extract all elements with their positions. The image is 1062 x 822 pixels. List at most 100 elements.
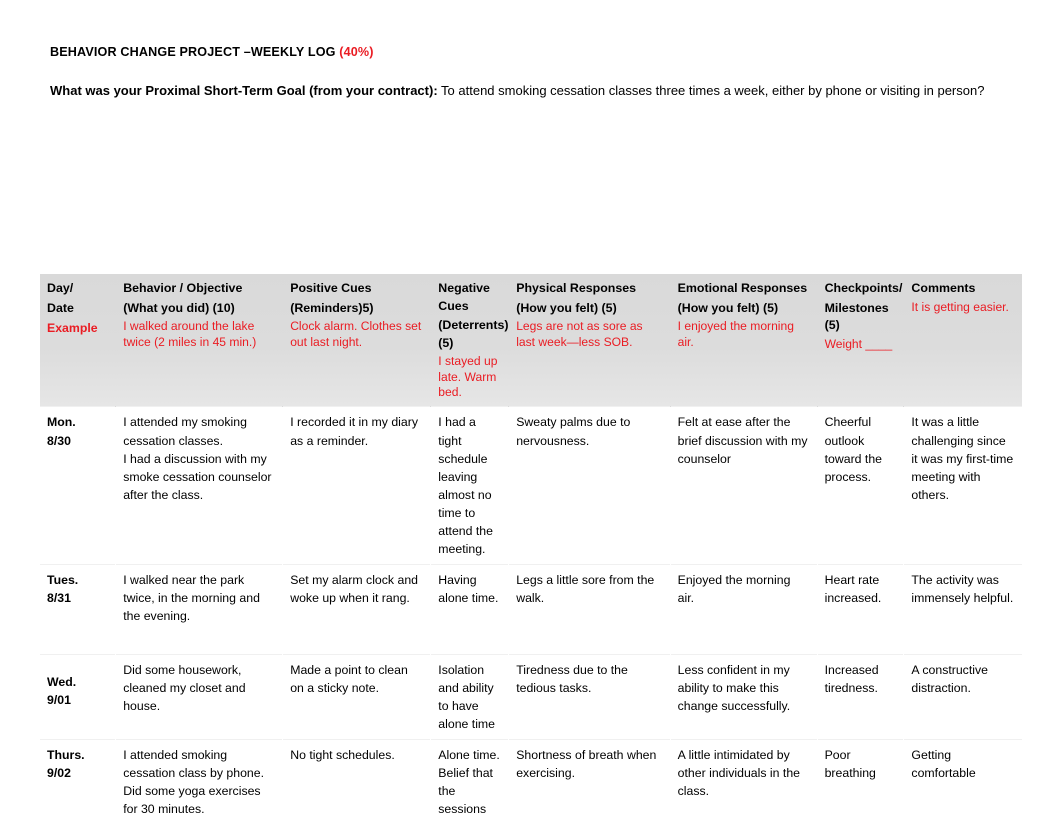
cell-text: Poor breathing (824, 748, 876, 781)
cell-text: Set my alarm clock and woke up when it r… (290, 572, 418, 606)
cell-text: I attended my smoking cessation classes. (123, 415, 247, 448)
column-header-day-line2: Date (47, 300, 74, 315)
cell-text: No tight schedules. (290, 748, 395, 763)
example-positive: Clock alarm. Clothes set out last night. (290, 319, 422, 349)
column-header-emotional-line2: (How you felt) (5) (677, 300, 779, 315)
cell-text: Heart rate increased. (824, 572, 882, 606)
cell-negative-cues: Alone time. Belief that the sessions are… (430, 739, 509, 822)
cell-text: Felt at ease after the brief discussion … (677, 415, 808, 466)
table-row: Thurs. 9/02 I attended smoking cessation… (40, 739, 1022, 822)
cell-behavior: I attended my smoking cessation classes.… (115, 406, 283, 565)
table-row: Tues. 8/31 I walked near the park twice,… (40, 563, 1022, 655)
column-header-emotional-responses: Emotional Responses (How you felt) (5) I… (670, 274, 818, 407)
table-row: Wed. 9/01 Did some housework, cleaned my… (40, 653, 1022, 740)
cell-checkpoints: Heart rate increased. (817, 563, 904, 655)
example-physical: Legs are not as sore as last week—less S… (516, 319, 643, 349)
cell-text: Isolation and ability to have alone time (438, 662, 496, 732)
cell-text: I had a tight schedule leaving almost no… (438, 415, 493, 556)
column-header-positive-cues: Positive Cues (Reminders)5) Clock alarm.… (282, 274, 431, 407)
cell-negative-cues: I had a tight schedule leaving almost no… (430, 406, 509, 565)
cell-text: Enjoyed the morning air. (677, 572, 791, 606)
cell-text: I attended smoking cessation class by ph… (123, 748, 265, 781)
example-emotional: I enjoyed the morning air. (677, 319, 794, 349)
table-row: Mon. 8/30 I attended my smoking cessatio… (40, 406, 1022, 565)
column-header-behavior-line2: (What you did) (10) (123, 300, 235, 315)
cell-physical-responses: Sweaty palms due to nervousness. (508, 406, 671, 565)
column-header-positive-line1: Positive Cues (290, 281, 372, 295)
weekly-log-table: Day/ Date Example Behavior / Objective (… (40, 274, 1022, 822)
cell-text: Getting comfortable (911, 748, 976, 781)
column-header-positive-line2: (Reminders)5) (290, 300, 374, 315)
column-header-physical-line2: (How you felt) (5) (516, 300, 617, 315)
cell-behavior: I attended smoking cessation class by ph… (115, 739, 283, 822)
cell-positive-cues: I recorded it in my diary as a reminder. (282, 406, 431, 565)
cell-text: Having alone time. (438, 572, 499, 606)
cell-text: The activity was immensely helpful. (911, 572, 1014, 606)
day-name: Wed. (47, 674, 77, 689)
column-header-behavior-line1: Behavior / Objective (123, 281, 243, 295)
column-header-comments-line1: Comments (911, 281, 976, 295)
cell-checkpoints: Poor breathing (817, 739, 904, 822)
cell-text: I walked near the park twice, in the mor… (123, 572, 260, 624)
row-day-wednesday: Wed. 9/01 (40, 653, 116, 740)
document-page: BEHAVIOR CHANGE PROJECT –WEEKLY LOG (40%… (0, 0, 1062, 822)
cell-positive-cues: No tight schedules. (282, 739, 431, 822)
cell-text: Shortness of breath when exercising. (516, 748, 657, 781)
column-header-checkpoints-line1: Checkpoints/ (824, 281, 903, 295)
cell-behavior: Did some housework, cleaned my closet an… (115, 653, 283, 740)
day-date: 8/31 (47, 591, 71, 606)
column-header-physical-line1: Physical Responses (516, 281, 637, 295)
cell-text: Alone time. (438, 748, 500, 763)
cell-checkpoints: Increased tiredness. (817, 653, 904, 740)
cell-text: Did some yoga exercises for 30 minutes. (123, 784, 261, 817)
cell-text: Tiredness due to the tedious tasks. (516, 662, 628, 696)
day-date: 9/02 (47, 766, 71, 781)
cell-emotional-responses: A little intimidated by other individual… (670, 739, 818, 822)
cell-comments: A constructive distraction. (903, 653, 1022, 740)
cell-text: Cheerful outlook toward the process. (824, 415, 883, 484)
cell-comments: It was a little challenging since it was… (903, 406, 1022, 565)
cell-emotional-responses: Felt at ease after the brief discussion … (670, 406, 818, 565)
cell-text: Sweaty palms due to nervousness. (516, 415, 631, 448)
row-day-tuesday: Tues. 8/31 (40, 563, 116, 655)
cell-physical-responses: Shortness of breath when exercising. (508, 739, 671, 822)
column-header-checkpoints: Checkpoints/ Milestones (5) Weight ____ (817, 274, 904, 407)
example-negative: I stayed up late. Warm bed. (438, 354, 498, 400)
cell-text: Belief that the sessions are not effecti… (438, 766, 493, 822)
column-header-behavior: Behavior / Objective (What you did) (10)… (115, 274, 283, 407)
cell-physical-responses: Legs a little sore from the walk. (508, 563, 671, 655)
cell-behavior: I walked near the park twice, in the mor… (115, 563, 283, 655)
row-day-thursday: Thurs. 9/02 (40, 739, 116, 822)
day-name: Mon. (47, 415, 76, 430)
cell-text: Legs a little sore from the walk. (516, 572, 655, 606)
cell-positive-cues: Made a point to clean on a sticky note. (282, 653, 431, 740)
cell-text: Made a point to clean on a sticky note. (290, 662, 408, 696)
cell-text: A little intimidated by other individual… (677, 748, 801, 799)
column-header-negative-cues: Negative Cues (Deterrents) (5) I stayed … (430, 274, 509, 407)
column-header-negative-line1: Negative Cues (438, 281, 490, 313)
cell-comments: Getting comfortable (903, 739, 1022, 822)
row-day-monday: Mon. 8/30 (40, 406, 116, 565)
cell-text: Did some housework, cleaned my closet an… (123, 662, 246, 714)
table-clip-region: Day/ Date Example Behavior / Objective (… (0, 0, 1062, 822)
example-behavior: I walked around the lake twice (2 miles … (123, 319, 257, 349)
cell-text: I recorded it in my diary as a reminder. (290, 415, 418, 448)
column-header-day: Day/ Date Example (40, 274, 116, 407)
cell-emotional-responses: Less confident in my ability to make thi… (670, 653, 818, 740)
table-header-row: Day/ Date Example Behavior / Objective (… (40, 274, 1022, 407)
cell-text: Less confident in my ability to make thi… (677, 662, 791, 714)
column-header-day-line1: Day/ (47, 281, 74, 295)
cell-text: A constructive distraction. (911, 662, 988, 696)
cell-emotional-responses: Enjoyed the morning air. (670, 563, 818, 655)
example-label: Example (47, 321, 98, 336)
example-comments: It is getting easier. (911, 299, 1009, 314)
cell-positive-cues: Set my alarm clock and woke up when it r… (282, 563, 431, 655)
column-header-checkpoints-line2: Milestones (5) (824, 300, 889, 333)
column-header-physical-responses: Physical Responses (How you felt) (5) Le… (508, 274, 671, 407)
day-name: Tues. (47, 572, 79, 587)
cell-text: It was a little challenging since it was… (911, 415, 1014, 502)
cell-negative-cues: Isolation and ability to have alone time (430, 653, 509, 740)
column-header-comments: Comments It is getting easier. (903, 274, 1022, 407)
cell-text: Increased tiredness. (824, 662, 879, 696)
day-name: Thurs. (47, 748, 85, 763)
